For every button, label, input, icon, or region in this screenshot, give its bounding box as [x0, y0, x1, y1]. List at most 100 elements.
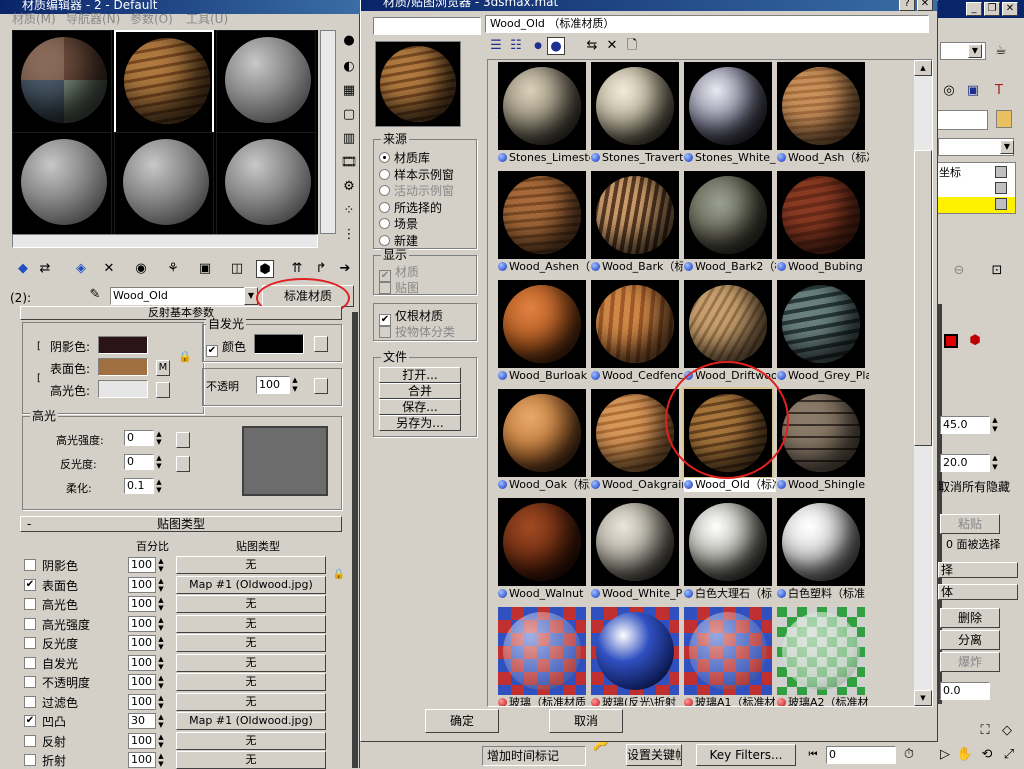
map-amount-field[interactable]: 100	[128, 557, 156, 573]
material-thumbnail[interactable]	[591, 498, 679, 586]
menu-utilities[interactable]: 工具(U)	[186, 10, 228, 27]
map-amount-spinner[interactable]: ▲ ▼	[156, 655, 166, 671]
material-thumbnail[interactable]	[777, 62, 865, 150]
browser-search-field[interactable]	[373, 17, 481, 35]
material-label[interactable]: Wood_Shingle（	[777, 478, 869, 492]
view-large-icons-icon[interactable]: ●	[547, 37, 565, 55]
map-amount-field[interactable]: 100	[128, 693, 156, 710]
unhide-all-label[interactable]: 取消所有隐藏	[938, 478, 1010, 495]
video-color-check-icon[interactable]: ▥	[340, 130, 358, 148]
teapot-icon[interactable]: ☕	[992, 42, 1010, 60]
stack-box-3[interactable]	[995, 198, 1007, 210]
grid-scroll-up[interactable]: ▲	[914, 60, 932, 76]
view-small-icons-icon[interactable]: ●	[529, 37, 547, 55]
map-enable-checkbox[interactable]	[24, 559, 36, 571]
material-label[interactable]: Wood_Cedfence	[591, 369, 683, 383]
paste-button[interactable]: 粘贴	[940, 514, 1000, 534]
zoom-extents-icon[interactable]: ⛶	[976, 722, 994, 740]
map-amount-field[interactable]: 100	[128, 635, 156, 651]
map-amount-spinner[interactable]: ▲ ▼	[156, 713, 166, 729]
material-thumbnail[interactable]	[498, 389, 586, 477]
map-enable-checkbox[interactable]	[24, 656, 36, 669]
material-thumbnail[interactable]	[777, 280, 865, 368]
selection-set-dropdown-arrow[interactable]: ▼	[968, 44, 982, 58]
map-amount-field[interactable]: 100	[128, 752, 156, 768]
maps-rollout-toggle[interactable]: -	[27, 517, 31, 531]
spec-level-spinner[interactable]: ▲ ▼	[154, 430, 164, 446]
material-thumbnail[interactable]	[591, 280, 679, 368]
opacity-map-button[interactable]	[314, 378, 328, 394]
by-object-checkbox[interactable]: 按物体分类	[379, 323, 455, 340]
go-forward-sibling-icon[interactable]: ↱	[312, 260, 330, 278]
show-map-in-viewport-icon[interactable]: ◫	[228, 260, 246, 278]
sample-slot-6[interactable]	[216, 132, 316, 237]
menu-navigation[interactable]: 导航器(N)	[66, 10, 120, 27]
material-label[interactable]: 白色塑料（标准	[777, 587, 869, 601]
map-slot-button[interactable]: 无	[176, 614, 326, 633]
maps-lock-icon[interactable]: 🔒	[330, 566, 348, 584]
material-thumbnail[interactable]	[777, 171, 865, 259]
make-preview-icon[interactable]: 🎞	[340, 154, 358, 172]
glossiness-field[interactable]: 0	[124, 454, 154, 470]
material-thumbnail[interactable]	[684, 607, 772, 695]
material-thumbnail[interactable]	[777, 389, 865, 477]
current-frame-field[interactable]: 0	[826, 746, 896, 764]
material-label[interactable]: Wood_White_Pl	[591, 587, 683, 601]
modifier-dropdown-arrow[interactable]: ▼	[1000, 140, 1014, 154]
map-enable-checkbox[interactable]	[24, 598, 36, 610]
file-merge-button[interactable]: 合并	[379, 383, 461, 399]
opacity-spinner[interactable]: ▲ ▼	[290, 376, 300, 394]
material-thumbnail[interactable]	[777, 607, 865, 695]
map-slot-button[interactable]: 无	[176, 653, 326, 672]
material-label[interactable]: Wood_Bark（标准	[591, 260, 683, 274]
material-label[interactable]: Wood_Old（标准	[684, 478, 776, 492]
sample-slot-1[interactable]	[12, 30, 112, 135]
browser-close-button[interactable]: ✕	[917, 0, 933, 11]
lock-ambient-diffuse-icon[interactable]: [	[30, 338, 48, 356]
map-slot-button[interactable]: 无	[176, 556, 326, 574]
material-thumbnail[interactable]	[684, 62, 772, 150]
source-radio[interactable]: 新建	[379, 232, 418, 249]
pin-stack-icon[interactable]: ⊖	[950, 262, 968, 280]
map-enable-checkbox[interactable]	[24, 617, 36, 630]
material-label[interactable]: 玻璃A2（标准材	[777, 696, 869, 706]
map-amount-spinner[interactable]: ▲ ▼	[156, 635, 166, 651]
map-slot-button[interactable]: 无	[176, 634, 326, 652]
self-illum-map-button[interactable]	[314, 336, 328, 352]
map-slot-button[interactable]: Map #1 (Oldwood.jpg)	[176, 575, 326, 594]
cancel-button[interactable]: 取消	[549, 709, 623, 733]
view-list-icons-icon[interactable]: ☷	[507, 37, 525, 55]
map-amount-field[interactable]: 30	[128, 713, 156, 729]
map-amount-spinner[interactable]: ▲ ▼	[156, 752, 166, 768]
sample-slot-2-active[interactable]	[114, 30, 214, 135]
right-spinner-field-2[interactable]: 20.0	[940, 454, 990, 472]
material-thumbnail[interactable]	[591, 62, 679, 150]
grid-scroll-down[interactable]: ▼	[914, 690, 932, 706]
material-label[interactable]: Wood_Grey_Pla	[777, 369, 869, 383]
grid-vscroll[interactable]: ▲ ▼	[914, 60, 932, 706]
material-thumbnail[interactable]	[498, 498, 586, 586]
map-slot-button[interactable]: 无	[176, 595, 326, 613]
right-spinner-2[interactable]: ▲ ▼	[990, 454, 1000, 472]
spec-level-map-button[interactable]	[176, 432, 190, 448]
specular-color-swatch[interactable]	[98, 380, 148, 398]
sample-vscroll[interactable]	[320, 30, 336, 234]
put-to-library-icon[interactable]: ⚘	[164, 260, 182, 278]
material-thumbnail[interactable]	[591, 607, 679, 695]
material-label[interactable]: Wood_Bark2（标	[684, 260, 776, 274]
stack-item-coords[interactable]: 坐标	[939, 164, 961, 180]
sample-hscroll[interactable]	[12, 234, 318, 248]
material-label[interactable]: Wood_Ash（标准	[777, 151, 869, 165]
map-enable-checkbox[interactable]	[24, 695, 36, 708]
show-end-result-icon[interactable]: ⬢	[256, 260, 274, 278]
pan-hand-icon[interactable]: ✋	[956, 746, 974, 764]
hammer-icon[interactable]: T	[990, 82, 1008, 100]
put-to-scene-icon[interactable]: ⇄	[36, 260, 54, 278]
material-label[interactable]: Stones_Limesto	[498, 151, 590, 165]
source-radio[interactable]: 场景	[379, 215, 418, 232]
material-label[interactable]: Wood_Oak（标准	[498, 478, 590, 492]
map-slot-button[interactable]: Map #1 (Oldwood.jpg)	[176, 712, 326, 730]
backlight-icon[interactable]: ◐	[340, 58, 358, 76]
map-enable-checkbox[interactable]	[24, 676, 36, 688]
file-open-button[interactable]: 打开...	[379, 367, 461, 383]
